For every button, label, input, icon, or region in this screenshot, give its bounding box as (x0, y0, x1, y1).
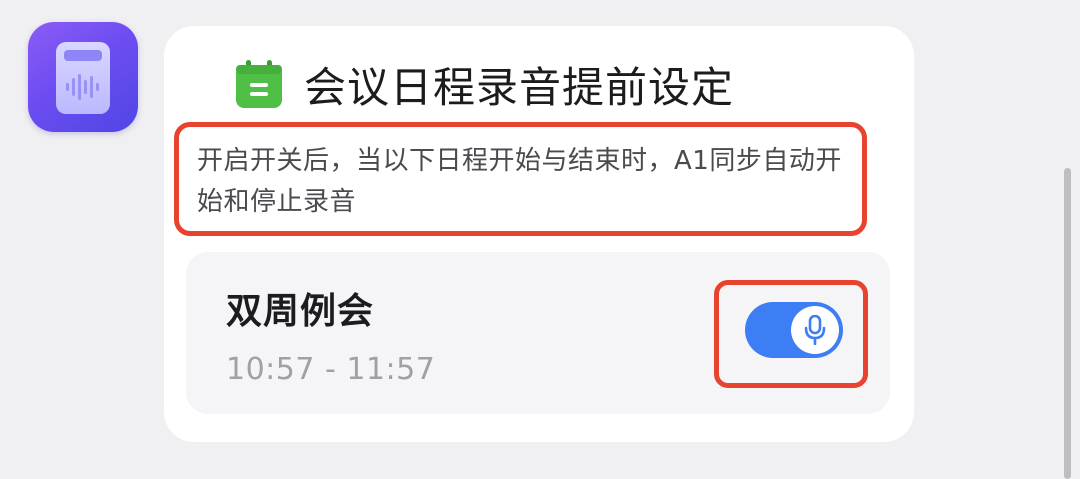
app-icon[interactable] (28, 22, 138, 132)
vertical-scrollbar[interactable] (1056, 0, 1080, 479)
calendar-icon (236, 60, 282, 108)
event-item: 双周例会 10:57 - 11:57 (186, 252, 890, 414)
event-time: 10:57 - 11:57 (226, 352, 436, 387)
record-toggle-switch[interactable] (745, 302, 843, 358)
recorder-document-icon (56, 42, 110, 114)
document-header-bar (64, 50, 102, 61)
toggle-knob[interactable] (791, 306, 839, 354)
sound-wave-icon (66, 74, 99, 100)
description-text: 开启开关后，当以下日程开始与结束时，A1同步自动开始和停止录音 (197, 146, 842, 217)
card-title: 会议日程录音提前设定 (304, 62, 735, 112)
scrollbar-thumb[interactable] (1064, 168, 1071, 479)
toggle-highlight-box (714, 280, 868, 388)
event-name: 双周例会 (226, 291, 375, 332)
card-header: 会议日程录音提前设定 (236, 54, 734, 114)
description-highlight-box: 开启开关后，当以下日程开始与结束时，A1同步自动开始和停止录音 (174, 122, 867, 236)
microphone-icon (804, 315, 826, 345)
meeting-recording-settings-card: 会议日程录音提前设定 开启开关后，当以下日程开始与结束时，A1同步自动开始和停止… (164, 26, 914, 442)
